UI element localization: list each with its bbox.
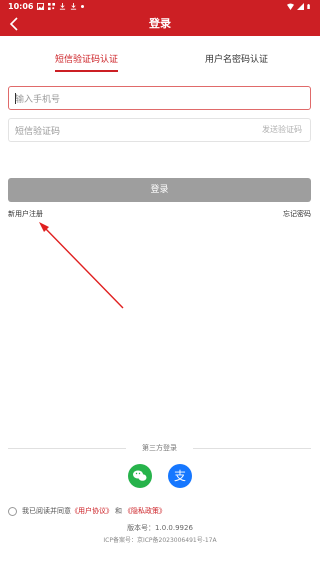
back-arrow-icon[interactable]	[6, 15, 24, 33]
agreement-row: 我已阅读并同意 《用户协议》 和 《隐私政策》	[8, 506, 166, 516]
register-link[interactable]: 新用户注册	[8, 209, 43, 219]
phone-input[interactable]	[9, 89, 241, 111]
wechat-login-button[interactable]	[128, 464, 152, 488]
signal-icon	[297, 2, 304, 10]
status-bar: 10:06	[0, 0, 320, 12]
sms-code-field[interactable]: 发送验证码	[8, 118, 311, 143]
qr-icon	[48, 2, 56, 10]
page-title: 登录	[149, 17, 171, 30]
login-button[interactable]: 登录	[8, 178, 311, 202]
icp-label: ICP备案号：京ICP备2023006491号-17A	[103, 537, 217, 544]
sms-code-input[interactable]	[9, 121, 241, 143]
image-icon	[37, 2, 45, 10]
battery-icon	[307, 3, 310, 9]
alipay-icon: 支	[174, 469, 186, 483]
text-cursor	[15, 93, 16, 104]
wechat-icon	[133, 470, 147, 481]
nav-bar: 登录	[0, 12, 320, 36]
svg-text:支: 支	[174, 469, 186, 483]
wifi-icon	[287, 2, 294, 10]
agreement-prefix: 我已阅读并同意	[22, 507, 71, 515]
divider-line-right	[193, 448, 311, 449]
download-icon	[71, 2, 77, 10]
tab-sms-verification[interactable]: 短信验证码认证	[55, 52, 119, 72]
privacy-policy-link[interactable]: 《隐私政策》	[124, 506, 166, 516]
status-time: 10:06	[8, 1, 34, 11]
notification-dot-icon	[81, 4, 85, 8]
forgot-password-link[interactable]: 忘记密码	[283, 209, 311, 219]
send-code-button[interactable]: 发送验证码	[262, 119, 302, 141]
login-method-tabs: 短信验证码认证 用户名密码认证	[0, 52, 320, 72]
user-agreement-link[interactable]: 《用户协议》	[71, 506, 113, 516]
status-bar-right	[287, 2, 320, 10]
third-party-divider: 第三方登录	[8, 443, 311, 453]
status-bar-left: 10:06	[0, 1, 85, 11]
download-icon	[60, 2, 66, 10]
tab-password-login[interactable]: 用户名密码认证	[205, 52, 268, 70]
phone-field[interactable]	[8, 86, 311, 111]
alipay-login-button[interactable]: 支	[168, 464, 192, 488]
agreement-checkbox[interactable]	[8, 506, 17, 516]
version-label: 版本号：1.0.0.9926	[127, 524, 193, 532]
agreement-and: 和	[115, 507, 122, 515]
